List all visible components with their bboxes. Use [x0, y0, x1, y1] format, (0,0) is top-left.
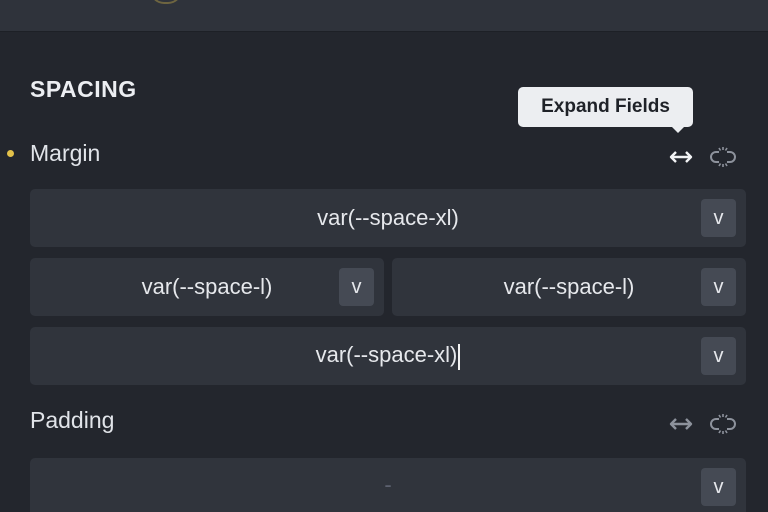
unlink-icon[interactable]: [708, 411, 738, 437]
padding-unit-select[interactable]: v: [701, 468, 736, 506]
tooltip: Expand Fields: [518, 87, 693, 127]
margin-bottom-value-wrap[interactable]: var(--space-xl): [316, 342, 461, 370]
top-bar: [0, 0, 768, 32]
expand-fields-icon[interactable]: [666, 144, 696, 170]
padding-all-value[interactable]: -: [384, 472, 391, 498]
avatar[interactable]: [150, 0, 182, 4]
expand-fields-icon[interactable]: [666, 411, 696, 437]
margin-bottom-unit-select[interactable]: v: [701, 337, 736, 375]
modified-indicator-dot: [7, 150, 14, 157]
margin-bottom-value[interactable]: var(--space-xl): [316, 342, 458, 367]
margin-top-value[interactable]: var(--space-xl): [317, 205, 459, 231]
margin-left-value[interactable]: var(--space-l): [142, 274, 273, 300]
margin-top-unit-select[interactable]: v: [701, 199, 736, 237]
margin-left-unit-select[interactable]: v: [339, 268, 374, 306]
section-title: SPACING: [30, 76, 137, 102]
margin-bottom-field[interactable]: var(--space-xl) v: [30, 327, 746, 385]
margin-right-field[interactable]: var(--space-l) v: [392, 258, 746, 316]
padding-all-field[interactable]: - v: [30, 458, 746, 512]
text-caret: [458, 343, 461, 370]
unlink-icon[interactable]: [708, 144, 738, 170]
margin-top-field[interactable]: var(--space-xl) v: [30, 189, 746, 247]
margin-label: Margin: [30, 140, 101, 166]
margin-right-unit-select[interactable]: v: [701, 268, 736, 306]
margin-right-value[interactable]: var(--space-l): [504, 274, 635, 300]
tooltip-arrow: [671, 126, 685, 133]
padding-label: Padding: [30, 407, 115, 433]
margin-left-field[interactable]: var(--space-l) v: [30, 258, 384, 316]
